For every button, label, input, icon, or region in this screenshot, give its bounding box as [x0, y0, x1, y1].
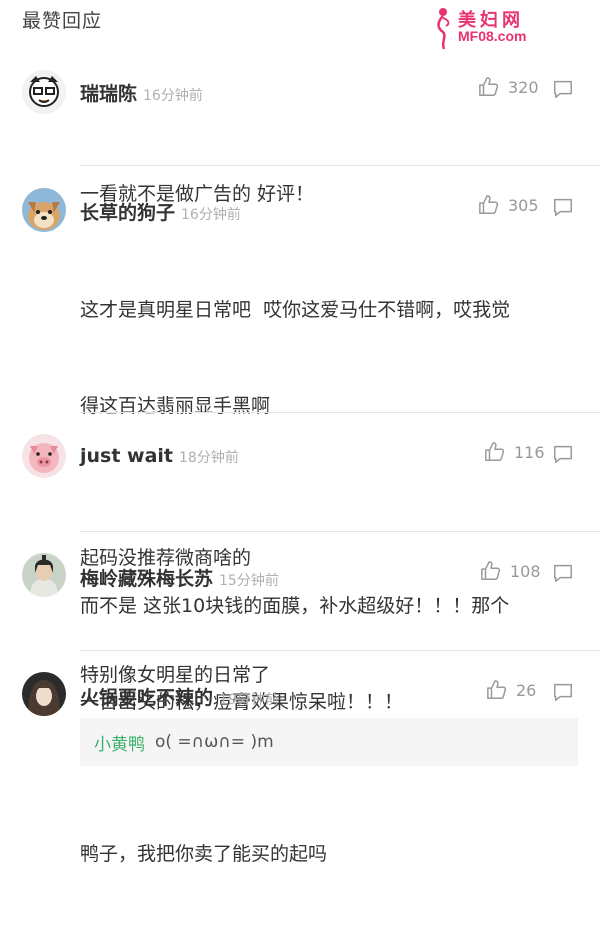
like-count: 116 [514, 442, 545, 462]
comment-text: 鸭子，我把你卖了能买的起吗 [80, 774, 580, 934]
like-button[interactable]: 320 [478, 76, 539, 98]
watermark-logo: 美妇网 MF08.com [430, 6, 590, 50]
like-count: 108 [510, 561, 541, 581]
username[interactable]: 火锅要吃不辣的 19分钟前 [80, 683, 279, 710]
divider [80, 412, 600, 413]
thumbs-up-icon [487, 680, 507, 699]
comment-time: 16分钟前 [143, 88, 203, 104]
comment-time: 18分钟前 [179, 450, 239, 466]
header: 最赞回应 美妇网 MF08.com [0, 0, 600, 50]
quoted-username[interactable]: 小黄鸭 [94, 730, 145, 755]
watermark-figure-icon [437, 8, 450, 50]
username[interactable]: 长草的狗子 16分钟前 [80, 198, 241, 225]
like-button[interactable]: 108 [480, 560, 541, 582]
comment-line: 得这百达翡丽显手黑啊 [80, 395, 271, 417]
avatar[interactable] [22, 188, 66, 232]
username[interactable]: 瑞瑞陈 16分钟前 [80, 79, 203, 106]
speech-bubble-icon[interactable] [552, 562, 574, 584]
comment-time: 19分钟前 [219, 692, 279, 708]
watermark-url: MF08.com [458, 28, 527, 44]
speech-bubble-icon[interactable] [552, 443, 574, 465]
quoted-reply[interactable]: 小黄鸭 o( =∩ω∩= )m [80, 718, 578, 766]
avatar[interactable] [22, 70, 66, 114]
avatar[interactable] [22, 553, 66, 597]
comment-time: 16分钟前 [181, 207, 241, 223]
comment-time: 15分钟前 [219, 573, 279, 589]
section-title: 最赞回应 [22, 10, 103, 32]
thumbs-up-icon [479, 77, 499, 96]
username-text[interactable]: 瑞瑞陈 [80, 83, 137, 105]
like-button[interactable]: 26 [486, 679, 536, 701]
comment-item: just wait 18分钟前 116 起码没推荐微商啥的 [0, 424, 600, 569]
username-text[interactable]: just wait [80, 445, 173, 467]
comment-item: 长草的狗子 16分钟前 305 这才是真明星日常吧 哎你这爱马仕不错啊，哎我觉 得… [0, 178, 600, 713]
like-button[interactable]: 116 [484, 441, 545, 463]
speech-bubble-icon[interactable] [552, 196, 574, 218]
divider [80, 165, 600, 166]
like-count: 26 [516, 680, 537, 700]
like-count: 320 [508, 77, 539, 97]
avatar[interactable] [22, 672, 66, 716]
thumbs-up-icon [485, 442, 505, 461]
username[interactable]: 梅岭藏殊梅长苏 15分钟前 [80, 564, 279, 591]
like-button[interactable]: 305 [478, 194, 539, 216]
comment-item: 瑞瑞陈 16分钟前 320 一看就不是做广告的 好评！ [0, 60, 600, 205]
quoted-text: o( =∩ω∩= )m [155, 732, 274, 752]
divider [80, 531, 600, 532]
thumbs-up-icon [479, 195, 499, 214]
username-text[interactable]: 火锅要吃不辣的 [80, 687, 213, 709]
thumbs-up-icon [481, 561, 501, 580]
comment-item: 火锅要吃不辣的 19分钟前 26 小黄鸭 o( =∩ω∩= )m 鸭子，我把你卖了… [0, 662, 600, 865]
username-text[interactable]: 梅岭藏殊梅长苏 [80, 568, 213, 590]
speech-bubble-icon[interactable] [552, 681, 574, 703]
comment-line: 这才是真明星日常吧 哎你这爱马仕不错啊，哎我觉 [80, 299, 511, 321]
username[interactable]: just wait 18分钟前 [80, 445, 239, 467]
username-text[interactable]: 长草的狗子 [80, 202, 175, 224]
divider [80, 650, 600, 651]
comment-item: 梅岭藏殊梅长苏 15分钟前 108 特别像女明星的日常了 [0, 543, 600, 686]
like-count: 305 [508, 195, 539, 215]
avatar[interactable] [22, 434, 66, 478]
speech-bubble-icon[interactable] [552, 78, 574, 100]
comment-line: 鸭子，我把你卖了能买的起吗 [80, 843, 328, 865]
